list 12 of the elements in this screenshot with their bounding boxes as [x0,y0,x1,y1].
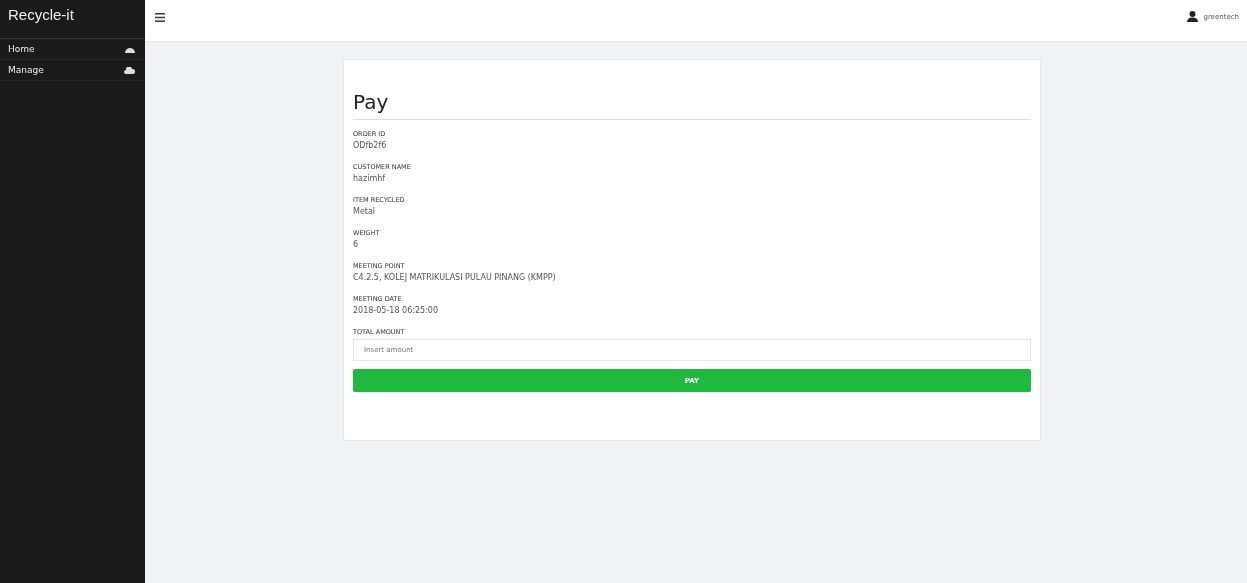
user-icon [1187,11,1199,22]
menu-icon[interactable] [155,13,165,22]
gauge-icon [125,45,135,53]
field-value: Metal [353,207,377,216]
sidebar-item[interactable]: Manage [0,60,145,81]
field-value: 6 [353,240,360,249]
field-value: ODfb2f6 [353,141,388,150]
field-value: 2018-05-18 06:25:00 [353,306,439,315]
cloud-icon [124,66,135,74]
field-value: C4.2.5, KOLEJ MATRIKULASI PULAU PINANG (KMPP) [353,273,557,282]
field-value: hazimhf [353,174,387,183]
page-title: Pay [353,74,1031,120]
